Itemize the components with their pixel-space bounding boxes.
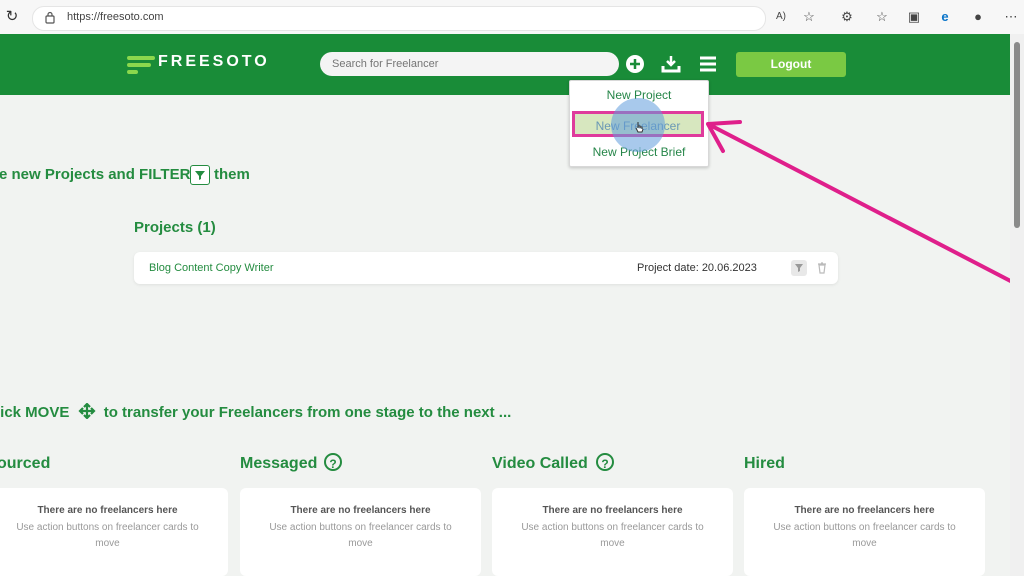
project-date: Project date: 20.06.2023 xyxy=(637,262,757,274)
stage-hint-text: Use action buttons on freelancer cards t… xyxy=(269,522,452,549)
profile-avatar-icon[interactable]: ● xyxy=(970,9,986,25)
filter-icon xyxy=(190,165,210,185)
stage-hint-text: Use action buttons on freelancer cards t… xyxy=(773,522,956,549)
browser-toolbar: ↻ https://freesoto.com A) ☆ ⚙ ☆ ▣ e ● ⋯ xyxy=(0,0,1024,35)
stage-card-video-called: There are no freelancers here Use action… xyxy=(492,488,733,576)
more-menu-icon[interactable]: ⋯ xyxy=(1003,9,1019,25)
download-icon[interactable] xyxy=(661,54,681,74)
stage-card-messaged: There are no freelancers here Use action… xyxy=(240,488,481,576)
add-icon[interactable] xyxy=(625,54,645,74)
address-bar[interactable]: https://freesoto.com xyxy=(32,6,766,31)
stages-intro: lick MOVE to transfer your Freelancers f… xyxy=(0,402,512,421)
stage-hint-text: Use action buttons on freelancer cards t… xyxy=(16,522,199,549)
projects-intro: e new Projects and FILTER xyxy=(0,166,191,183)
stage-title-sourced: ourced xyxy=(0,455,51,472)
help-icon[interactable]: ? xyxy=(596,453,614,471)
project-name[interactable]: Blog Content Copy Writer xyxy=(149,262,274,274)
read-aloud-icon[interactable]: A) xyxy=(773,9,789,25)
stage-empty-text: There are no freelancers here xyxy=(542,505,683,516)
projects-title: Projects (1) xyxy=(134,219,216,236)
projects-intro-suffix: them xyxy=(214,166,250,183)
project-card[interactable]: Blog Content Copy Writer Project date: 2… xyxy=(134,252,838,284)
freelancer-search-input[interactable] xyxy=(320,52,619,76)
edge-icon[interactable]: e xyxy=(937,9,953,25)
delete-project-icon[interactable] xyxy=(814,260,830,276)
extension-icon[interactable]: ⚙ xyxy=(839,9,855,25)
stage-empty-text: There are no freelancers here xyxy=(290,505,431,516)
help-icon[interactable]: ? xyxy=(324,453,342,471)
collections-icon[interactable]: ▣ xyxy=(906,9,922,25)
stage-hint-text: Use action buttons on freelancer cards t… xyxy=(521,522,704,549)
stage-title-messaged: Messaged xyxy=(240,455,318,472)
reload-icon[interactable]: ↻ xyxy=(4,9,20,25)
url-text: https://freesoto.com xyxy=(67,11,164,23)
project-filter-icon[interactable] xyxy=(791,260,807,276)
favorites-list-icon[interactable]: ☆ xyxy=(874,9,890,25)
freesoto-logo-mark-icon xyxy=(127,56,155,74)
stage-title-hired: Hired xyxy=(744,455,785,472)
favorite-star-icon[interactable]: ☆ xyxy=(801,9,817,25)
stage-title-video-called: Video Called xyxy=(492,455,588,472)
scrollbar-thumb[interactable] xyxy=(1014,42,1020,228)
stages-intro-text: lick MOVE xyxy=(0,404,70,421)
stage-empty-text: There are no freelancers here xyxy=(37,505,178,516)
stages-intro-suffix: to transfer your Freelancers from one st… xyxy=(103,404,512,421)
lock-icon xyxy=(45,11,55,24)
logout-button[interactable]: Logout xyxy=(736,52,846,77)
stage-card-hired: There are no freelancers here Use action… xyxy=(744,488,985,576)
brand-logo-text[interactable]: FREESOTO xyxy=(158,53,270,71)
hand-cursor-icon xyxy=(635,122,644,133)
stage-card-sourced: There are no freelancers here Use action… xyxy=(0,488,228,576)
stage-empty-text: There are no freelancers here xyxy=(794,505,935,516)
move-icon xyxy=(77,402,96,420)
hamburger-menu-icon[interactable] xyxy=(698,54,718,74)
